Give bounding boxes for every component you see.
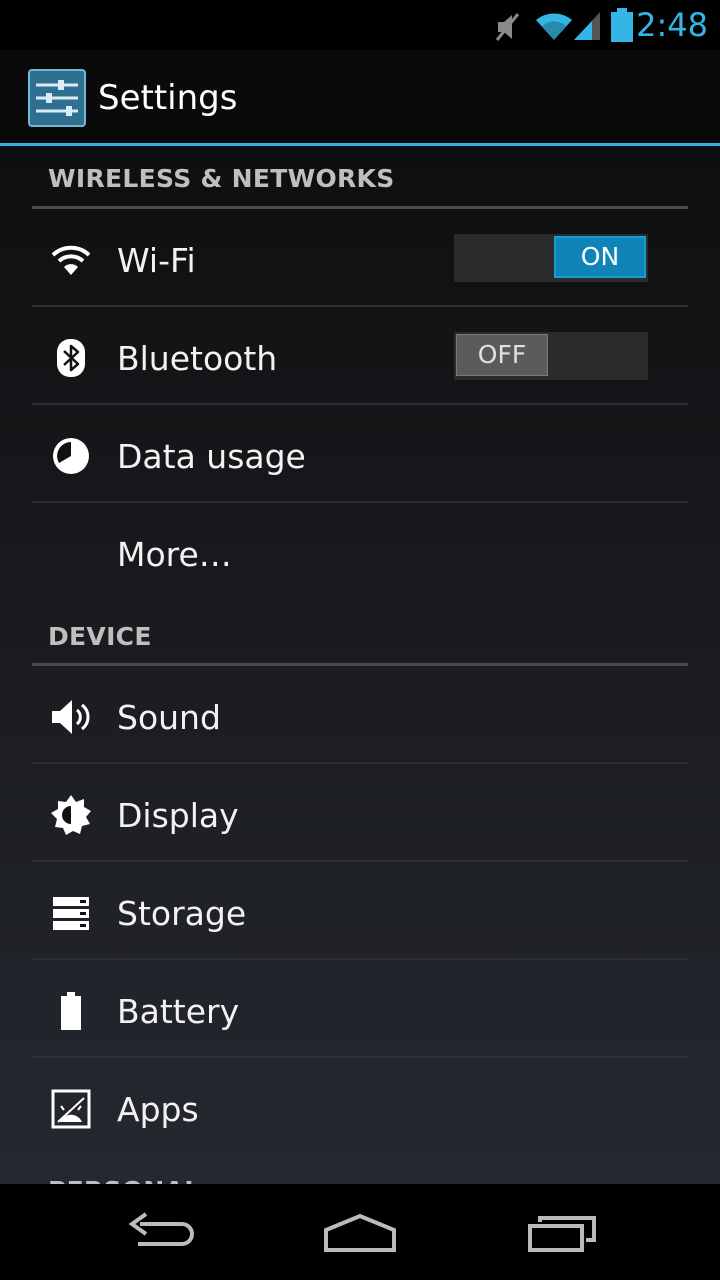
clock: 2:48 [636,6,708,44]
muted-icon [495,13,520,41]
battery-icon [61,992,81,1030]
settings-item-label: Apps [117,1090,199,1129]
section-header-wireless: WIRELESS & NETWORKS [48,164,395,193]
toggle-knob: OFF [456,334,548,376]
settings-item-sound[interactable]: Sound [32,666,688,764]
settings-list[interactable]: WIRELESS & NETWORKS Wi-Fi ON Bluetooth O… [0,146,720,1184]
home-icon[interactable] [310,1204,410,1260]
settings-item-display[interactable]: Display [32,764,688,862]
wifi-icon [51,245,91,275]
speaker-icon [52,700,90,734]
settings-item-label: Sound [117,698,221,737]
navigation-bar [0,1184,720,1280]
settings-item-label: Battery [117,992,240,1031]
settings-item-label: Bluetooth [117,339,278,378]
settings-item-label: More… [117,535,232,574]
apps-icon [51,1089,91,1129]
settings-item-battery[interactable]: Battery [32,960,688,1058]
section-header-device: DEVICE [48,622,152,651]
wifi-toggle[interactable]: ON [454,234,648,282]
settings-item-more[interactable]: More… [32,503,688,601]
settings-item-storage[interactable]: Storage [32,862,688,960]
cell-signal-icon [574,12,600,40]
settings-item-label: Display [117,796,239,835]
settings-sliders-icon[interactable] [28,69,86,127]
section-header-personal: PERSONAL [48,1176,201,1184]
wifi-signal-icon [536,13,572,40]
page-title: Settings [98,78,238,118]
toggle-knob: ON [554,236,646,278]
settings-item-label: Wi-Fi [117,241,196,280]
settings-item-wifi[interactable]: Wi-Fi ON [32,209,688,307]
status-bar: 2:48 [0,0,720,50]
bluetooth-icon [57,339,85,377]
bluetooth-toggle[interactable]: OFF [454,332,648,380]
settings-item-label: Data usage [117,437,306,476]
settings-item-label: Storage [117,894,247,933]
brightness-icon [51,795,91,835]
storage-icon [53,897,89,930]
battery-icon [611,8,633,42]
settings-item-data-usage[interactable]: Data usage [32,405,688,503]
action-bar: Settings [0,50,720,143]
settings-item-bluetooth[interactable]: Bluetooth OFF [32,307,688,405]
back-icon[interactable] [110,1204,210,1260]
data-usage-icon [53,438,89,474]
recent-apps-icon[interactable] [512,1204,612,1260]
settings-item-apps[interactable]: Apps [32,1058,688,1156]
